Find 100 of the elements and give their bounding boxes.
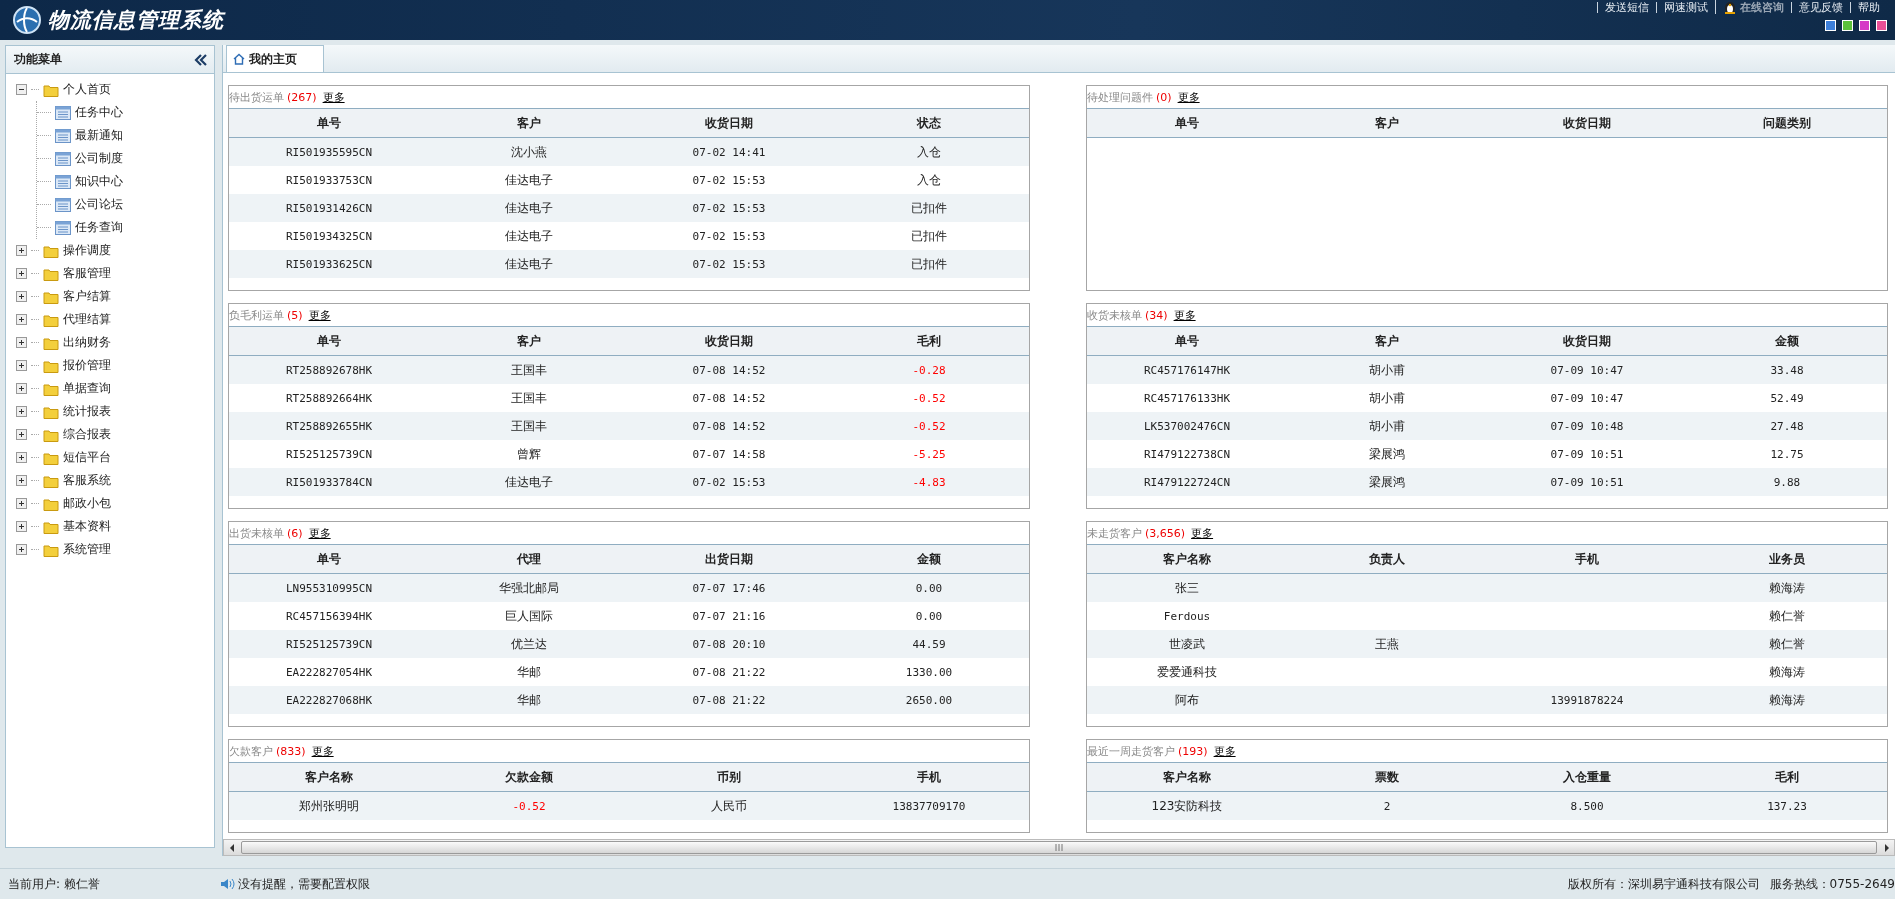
table-cell: 137.23 [1687,791,1887,820]
header-link[interactable]: 发送短信 [1597,1,1656,13]
expand-toggle-icon[interactable] [16,452,27,463]
column-header: 单号 [229,108,429,138]
menu-item[interactable]: 操作调度 [63,242,111,259]
table-cell: RI479122738CN [1087,440,1287,468]
column-header: 手机 [1487,544,1687,574]
table-cell: 胡小甫 [1287,412,1487,440]
menu-item[interactable]: 邮政小包 [63,495,111,512]
table-cell: 爱爱通科技 [1087,658,1287,686]
table-cell: RI501934325CN [229,222,429,250]
menu-item[interactable]: 个人首页 [63,81,111,98]
table-cell: 梁展鸿 [1287,468,1487,496]
menu-item[interactable]: 公司制度 [75,150,123,167]
panel-title: 负毛利运单 [229,307,284,323]
table-icon [55,174,71,189]
more-link[interactable]: 更多 [1191,525,1214,541]
menu-item[interactable]: 统计报表 [63,403,111,420]
table-cell: 13991878224 [1487,686,1687,714]
menu-item[interactable]: 出纳财务 [63,334,111,351]
expand-toggle-icon[interactable] [16,475,27,486]
header-link[interactable]: 帮助 [1850,1,1887,13]
menu-item[interactable]: 单据查询 [63,380,111,397]
panel-count: (193) [1178,744,1208,758]
theme-theme-swatch-icon[interactable] [1825,20,1836,31]
theme-theme-swatch-icon[interactable] [1842,20,1853,31]
menu-item[interactable]: 代理结算 [63,311,111,328]
menu-item[interactable]: 报价管理 [63,357,111,374]
expand-toggle-icon[interactable] [16,245,27,256]
header-link[interactable]: 网速测试 [1656,1,1715,13]
header-link[interactable]: 意见反馈 [1791,1,1850,13]
table-cell: 王国丰 [429,384,629,412]
online-consult-link[interactable]: 在线咨询 [1715,0,1791,14]
more-link[interactable]: 更多 [308,525,331,541]
table-cell: RI501931426CN [229,194,429,222]
panel-count: (833) [276,744,306,758]
penguin-icon [1723,0,1737,14]
more-link[interactable]: 更多 [1213,743,1236,759]
table-cell: 梁展鸿 [1287,440,1487,468]
table-cell: 33.48 [1687,355,1887,384]
table-cell: 07-09 10:47 [1487,384,1687,412]
more-link[interactable]: 更多 [1177,89,1200,105]
expand-toggle-icon[interactable] [16,521,27,532]
collapse-icon[interactable] [194,53,208,66]
expand-toggle-icon[interactable] [16,429,27,440]
menu-item[interactable]: 基本资料 [63,518,111,535]
table-cell: 巨人国际 [429,602,629,630]
table-cell: 07-02 14:41 [629,137,829,166]
table-cell: RI525125739CN [229,440,429,468]
folder-icon [43,450,59,465]
menu-item[interactable]: 客服系统 [63,472,111,489]
expand-toggle-icon[interactable] [16,498,27,509]
theme-theme-swatch-icon[interactable] [1876,20,1887,31]
current-user-label: 当前用户: 赖仁誉 [7,875,101,893]
expand-toggle-icon[interactable] [16,383,27,394]
menu-item[interactable]: 最新通知 [75,127,123,144]
menu-item[interactable]: 系统管理 [63,541,111,558]
scroll-thumb[interactable] [241,841,1877,854]
expand-toggle-icon[interactable] [16,314,27,325]
right-arrow-icon[interactable] [1883,843,1890,852]
menu-item[interactable]: 任务查询 [75,219,123,236]
table-cell: 王国丰 [429,412,629,440]
menu-item[interactable]: 知识中心 [75,173,123,190]
table-cell: 张三 [1087,573,1287,602]
horizontal-scrollbar[interactable] [223,839,1895,856]
more-link[interactable]: 更多 [308,307,331,323]
table-cell: 12.75 [1687,440,1887,468]
notice-text: 没有提醒，需要配置权限 [238,875,370,893]
table-icon [55,197,71,212]
table-cell: 人民币 [629,791,829,820]
expand-toggle-icon[interactable] [16,268,27,279]
table-cell: RI501933784CN [229,468,429,496]
table-icon [55,151,71,166]
table-cell: 07-09 10:48 [1487,412,1687,440]
more-link[interactable]: 更多 [322,89,345,105]
tab[interactable]: 我的主页 [226,45,324,72]
copyright-text: 版权所有：深圳易宇通科技有限公司 [1567,875,1760,893]
menu-item[interactable]: 任务中心 [75,104,123,121]
expand-toggle-icon[interactable] [16,360,27,371]
menu-item[interactable]: 客户结算 [63,288,111,305]
collapse-toggle-icon[interactable] [16,84,27,95]
expand-toggle-icon[interactable] [16,544,27,555]
table-cell: 07-08 21:22 [629,686,829,714]
table-cell: 07-02 15:53 [629,468,829,496]
expand-toggle-icon[interactable] [16,291,27,302]
folder-icon [43,519,59,534]
menu-item[interactable]: 客服管理 [63,265,111,282]
folder-icon [43,381,59,396]
more-link[interactable]: 更多 [1173,307,1196,323]
menu-item[interactable]: 综合报表 [63,426,111,443]
more-link[interactable]: 更多 [311,743,334,759]
column-header: 业务员 [1687,544,1887,574]
theme-theme-swatch-icon[interactable] [1859,20,1870,31]
expand-toggle-icon[interactable] [16,406,27,417]
menu-item[interactable]: 短信平台 [63,449,111,466]
expand-toggle-icon[interactable] [16,337,27,348]
table-cell: 07-07 14:58 [629,440,829,468]
left-arrow-icon[interactable] [228,843,235,852]
table-icon [55,128,71,143]
menu-item[interactable]: 公司论坛 [75,196,123,213]
